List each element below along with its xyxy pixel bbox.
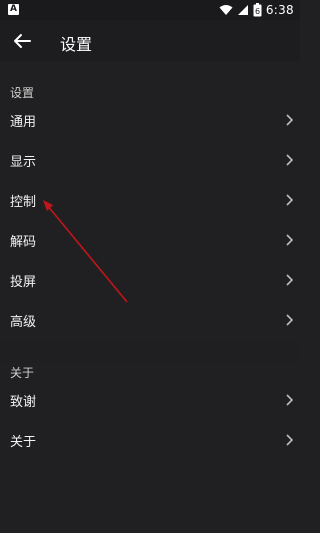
- settings-item-cast[interactable]: 投屏: [0, 260, 300, 300]
- settings-item-label: 通用: [10, 115, 37, 130]
- settings-item-label: 控制: [10, 195, 37, 210]
- section-divider: [0, 342, 300, 362]
- wifi-icon: [219, 5, 233, 15]
- settings-item-decode[interactable]: 解码: [0, 220, 300, 260]
- arrow-left-icon: [14, 34, 31, 48]
- settings-item-advanced[interactable]: 高级: [0, 300, 300, 340]
- section-header-about: 关于: [10, 366, 35, 380]
- settings-item-control[interactable]: 控制: [0, 180, 300, 220]
- settings-item-label: 显示: [10, 155, 37, 170]
- settings-item-label: 致谢: [10, 395, 37, 410]
- battery-icon: 6: [253, 3, 262, 17]
- status-icons: 6 6:38: [219, 2, 294, 18]
- settings-item-about[interactable]: 关于: [0, 420, 300, 460]
- status-bar: A 6 6:38: [0, 0, 300, 20]
- signal-icon: [237, 5, 248, 15]
- status-time: 6:38: [265, 3, 294, 17]
- chevron-right-icon: [286, 194, 294, 206]
- notification-icon: A: [8, 4, 19, 15]
- section-header-settings: 设置: [10, 86, 35, 100]
- app-toolbar: 设置: [0, 20, 300, 62]
- chevron-right-icon: [286, 394, 294, 406]
- chevron-right-icon: [286, 154, 294, 166]
- page-title: 设置: [60, 35, 93, 54]
- settings-item-label: 高级: [10, 315, 37, 330]
- chevron-right-icon: [286, 434, 294, 446]
- chevron-right-icon: [286, 114, 294, 126]
- settings-item-credits[interactable]: 致谢: [0, 380, 300, 420]
- chevron-right-icon: [286, 234, 294, 246]
- battery-level: 6: [255, 7, 260, 16]
- settings-item-label: 解码: [10, 235, 37, 250]
- chevron-right-icon: [286, 314, 294, 326]
- chevron-right-icon: [286, 274, 294, 286]
- back-button[interactable]: [10, 29, 34, 53]
- settings-item-general[interactable]: 通用: [0, 100, 300, 140]
- settings-item-label: 投屏: [10, 275, 37, 290]
- settings-item-label: 关于: [10, 435, 37, 450]
- settings-list: 设置 通用 显示 控制 解码 投屏 高级 关于 致谢 关于: [0, 62, 300, 533]
- settings-item-display[interactable]: 显示: [0, 140, 300, 180]
